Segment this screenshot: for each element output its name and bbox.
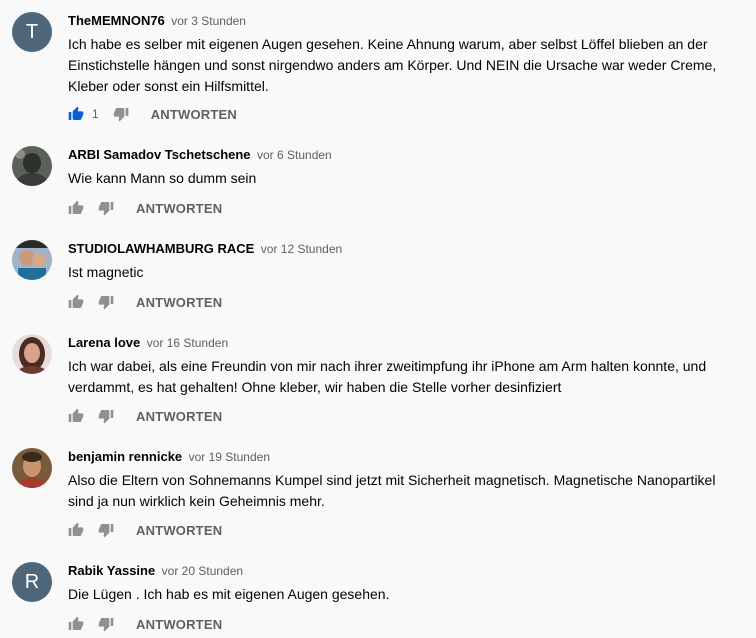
thumbs-up-icon [68, 200, 84, 214]
like-button[interactable] [68, 294, 84, 310]
user-photo-icon [12, 240, 52, 280]
reply-button[interactable]: ANTWORTEN [136, 523, 222, 538]
avatar[interactable] [12, 146, 52, 186]
like-button[interactable] [68, 200, 84, 216]
comment-author[interactable]: Larena love [68, 335, 140, 350]
thumbs-down-icon [98, 618, 114, 632]
thumbs-up-icon [68, 522, 84, 536]
dislike-button[interactable] [113, 106, 129, 122]
comment-author[interactable]: benjamin rennicke [68, 449, 182, 464]
comment-author[interactable]: ARBI Samadov Tschetschene [68, 147, 251, 162]
comment-timestamp[interactable]: vor 19 Stunden [189, 450, 270, 464]
dislike-button[interactable] [98, 408, 114, 424]
avatar[interactable]: R [12, 562, 52, 602]
comment-timestamp[interactable]: vor 16 Stunden [147, 336, 228, 350]
like-button[interactable] [68, 616, 84, 632]
comment-list: T TheMEMNON76 vor 3 Stunden Ich habe es … [0, 0, 756, 638]
avatar[interactable]: T [12, 12, 52, 52]
thumbs-up-icon [68, 294, 84, 308]
comment-author[interactable]: TheMEMNON76 [68, 13, 165, 28]
comment-text: Ich habe es selber mit eigenen Augen ges… [68, 36, 717, 94]
like-button[interactable] [68, 408, 84, 424]
reply-button[interactable]: ANTWORTEN [151, 107, 237, 122]
thumbs-down-icon [98, 524, 114, 538]
user-photo-icon [12, 334, 52, 374]
like-count: 1 [92, 107, 99, 121]
user-photo-icon [12, 448, 52, 488]
thumbs-down-icon [98, 410, 114, 424]
dislike-button[interactable] [98, 200, 114, 216]
comment-text: Ich war dabei, als eine Freundin von mir… [68, 358, 707, 395]
thumbs-down-icon [98, 296, 114, 310]
like-button[interactable] [68, 522, 84, 538]
reply-button[interactable]: ANTWORTEN [136, 617, 222, 632]
user-photo-icon [12, 146, 52, 186]
comment-author[interactable]: Rabik Yassine [68, 563, 155, 578]
thumbs-up-icon [68, 616, 84, 630]
dislike-button[interactable] [98, 616, 114, 632]
comment-timestamp[interactable]: vor 3 Stunden [171, 14, 246, 28]
comment-timestamp[interactable]: vor 20 Stunden [162, 564, 243, 578]
comment-author[interactable]: STUDIOLAWHAMBURG RACE [68, 241, 254, 256]
comment-timestamp[interactable]: vor 12 Stunden [261, 242, 342, 256]
comment-text: Die Lügen . Ich hab es mit eigenen Augen… [68, 586, 390, 602]
comment-text: Also die Eltern von Sohnemanns Kumpel si… [68, 472, 716, 509]
dislike-button[interactable] [98, 294, 114, 310]
thumbs-up-icon [68, 408, 84, 422]
avatar[interactable] [12, 448, 52, 488]
thumbs-down-icon [98, 202, 114, 216]
reply-button[interactable]: ANTWORTEN [136, 409, 222, 424]
avatar[interactable] [12, 334, 52, 374]
avatar[interactable] [12, 240, 52, 280]
dislike-button[interactable] [98, 522, 114, 538]
thumbs-down-icon [113, 108, 129, 122]
comment-timestamp[interactable]: vor 6 Stunden [257, 148, 332, 162]
comment-text: Ist magnetic [68, 264, 144, 280]
like-button[interactable] [68, 106, 84, 122]
comment-text: Wie kann Mann so dumm sein [68, 170, 257, 186]
reply-button[interactable]: ANTWORTEN [136, 295, 222, 310]
reply-button[interactable]: ANTWORTEN [136, 201, 222, 216]
thumbs-up-icon [68, 106, 84, 120]
